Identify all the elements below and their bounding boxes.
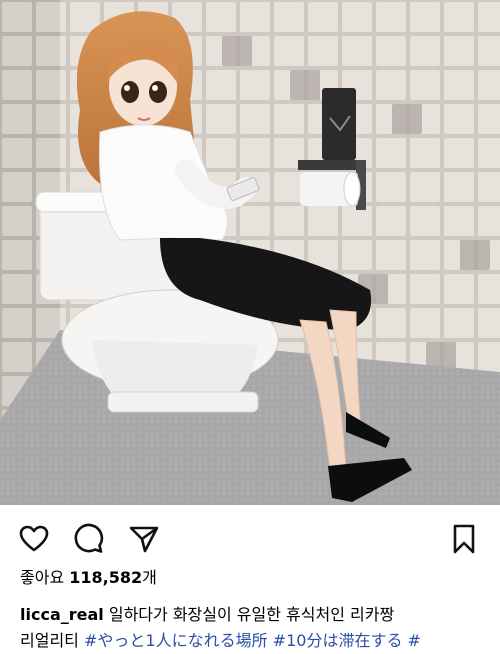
likes-summary[interactable]: 좋아요 118,582개 — [20, 568, 157, 588]
caption-username[interactable]: licca_real — [20, 605, 104, 624]
caption-line-1: licca_real 일하다가 화장실이 유일한 휴식처인 리카짱 — [20, 602, 490, 628]
post-caption: licca_real 일하다가 화장실이 유일한 휴식처인 리카짱 리얼리티 #… — [20, 602, 490, 654]
hashtag-link[interactable]: #10分は滞在する — [273, 631, 403, 650]
caption-text-line2: 리얼리티 — [20, 631, 79, 650]
caption-line-2: 리얼리티 #やっと1人になれる場所 #10分は滞在する # — [20, 628, 490, 654]
comment-bubble-icon[interactable] — [72, 523, 104, 555]
paper-plane-icon[interactable] — [128, 523, 160, 555]
hashtag-link[interactable]: # — [408, 631, 421, 650]
caption-text-line1: 일하다가 화장실이 유일한 휴식처인 리카짱 — [108, 605, 395, 624]
likes-label: 좋아요 — [20, 568, 65, 587]
hashtag-link[interactable]: #やっと1人になれる場所 — [84, 631, 268, 650]
post-action-bar — [0, 505, 500, 567]
post-photo[interactable] — [0, 0, 500, 505]
heart-outline-icon[interactable] — [18, 523, 50, 555]
likes-count: 118,582 — [69, 568, 143, 587]
bookmark-outline-icon[interactable] — [448, 523, 480, 555]
likes-suffix: 개 — [142, 568, 157, 587]
